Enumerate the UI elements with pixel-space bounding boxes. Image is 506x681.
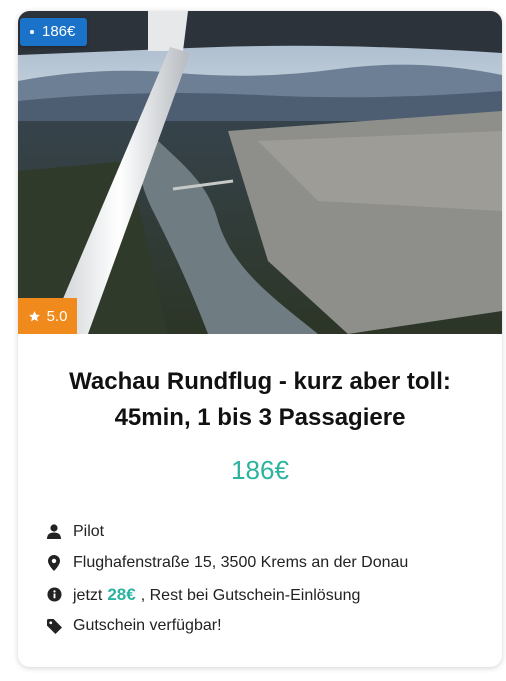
rating-value: 5.0 (46, 307, 68, 325)
tag-icon (46, 618, 62, 634)
deposit-prefix: jetzt (73, 586, 103, 604)
deposit-amount: 28€ (107, 584, 136, 604)
offer-title-line2: 45min, 1 bis 3 Passagiere (114, 404, 406, 431)
offer-price: 186€ (231, 455, 289, 485)
address-text: Flughafenstraße 15, 3500 Krems an der Do… (73, 554, 409, 572)
star-icon (28, 310, 40, 321)
details-list: Pilot Flughafenstraße 15, 3500 Krems an … (46, 516, 486, 642)
offer-title-line1: Wachau Rundflug - kurz aber toll: (69, 368, 451, 395)
price-badge: 186€ (20, 18, 88, 46)
user-icon (46, 524, 62, 540)
pilot-label: Pilot (73, 522, 105, 540)
price-badge-label: 186€ (42, 23, 76, 40)
detail-deposit: jetzt 28€, Rest bei Gutschein-Einlösung (46, 579, 486, 611)
detail-voucher: Gutschein verfügbar! (46, 611, 486, 643)
rating-badge: 5.0 (18, 298, 77, 334)
detail-pilot: Pilot (46, 516, 486, 548)
map-marker-icon (46, 555, 62, 572)
deposit-suffix: , Rest bei Gutschein-Einlösung (140, 586, 361, 604)
info-icon (46, 587, 62, 603)
voucher-label: Gutschein verfügbar! (73, 617, 222, 635)
aerial-photo[interactable] (18, 11, 502, 334)
offer-title[interactable]: Wachau Rundflug - kurz aber toll: 45min,… (18, 364, 502, 436)
bullet-icon (30, 30, 34, 34)
detail-address: Flughafenstraße 15, 3500 Krems an der Do… (46, 548, 486, 580)
